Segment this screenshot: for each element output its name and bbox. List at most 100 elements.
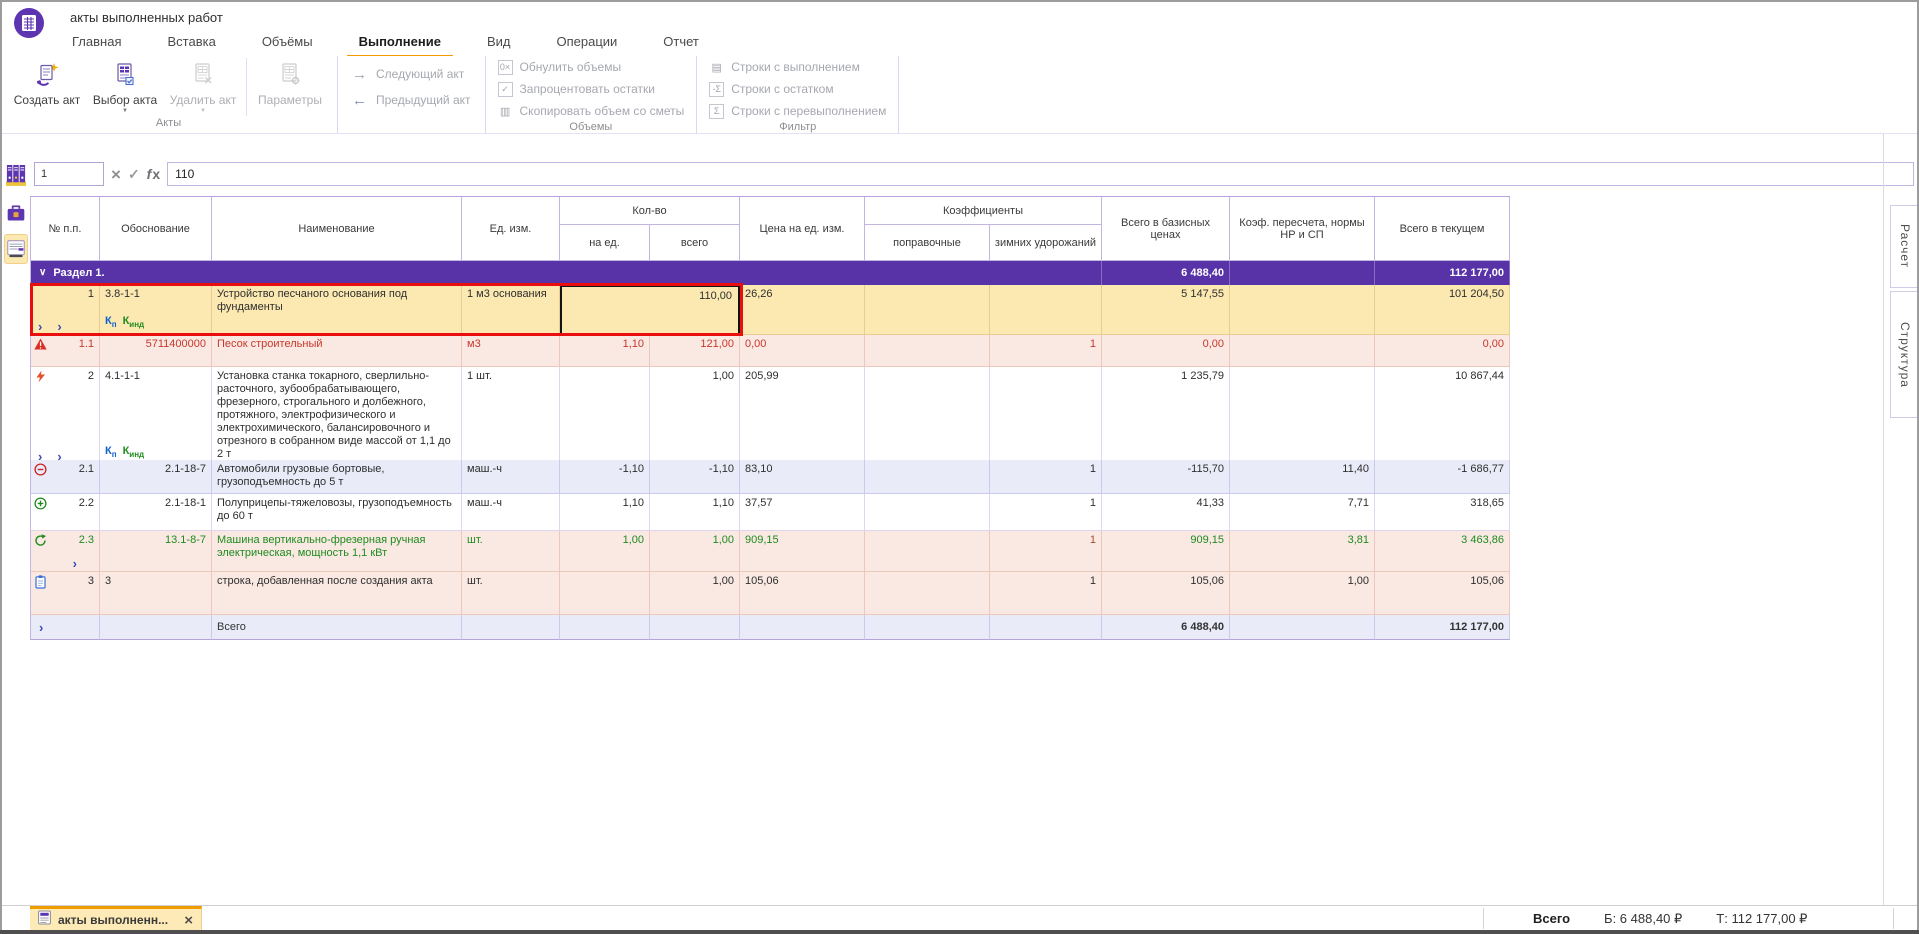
cell-coef-corr[interactable]	[865, 285, 990, 335]
cell-price[interactable]: 83,10	[740, 460, 865, 494]
cell-conversion[interactable]: 7,71	[1230, 494, 1375, 531]
cell-qty-total[interactable]: 1,00	[650, 367, 740, 465]
close-document-icon[interactable]: ×	[184, 913, 193, 928]
parameters-button[interactable]: Параметры	[251, 59, 329, 116]
cell-reference-input[interactable]	[34, 162, 104, 186]
cell-total-base[interactable]: 105,06	[1102, 572, 1230, 615]
cell-unit[interactable]: маш.-ч	[462, 494, 560, 531]
cell-conversion[interactable]: 3,81	[1230, 531, 1375, 572]
cell-name[interactable]: Устройство песчаного основания под фунда…	[212, 285, 462, 335]
cell-justification[interactable]: 13.1-8-7	[100, 531, 212, 572]
cell-price[interactable]: 26,26	[740, 285, 865, 335]
tab-obyomy[interactable]: Объёмы	[250, 29, 325, 58]
cell-coef-winter[interactable]	[990, 367, 1102, 465]
cell-justification[interactable]: 2.1-18-7	[100, 460, 212, 494]
cell-total-base[interactable]: 41,33	[1102, 494, 1230, 531]
table-row[interactable]: 1.1 5711400000 Песок строительный м3 1,1…	[31, 335, 1510, 367]
cell-total-base[interactable]: -115,70	[1102, 460, 1230, 494]
tab-struktura[interactable]: Структура	[1890, 291, 1919, 418]
cell-coef-corr[interactable]	[865, 572, 990, 615]
cell-coef-winter[interactable]: 1	[990, 460, 1102, 494]
cell-qty-unit[interactable]	[560, 572, 650, 615]
cell-total-current[interactable]: 3 463,86	[1375, 531, 1510, 572]
expand-children-icon[interactable]: ›	[73, 557, 77, 570]
cell-qty-unit[interactable]: -1,10	[560, 460, 650, 494]
estimates-library-icon[interactable]	[4, 158, 28, 192]
cell-price[interactable]: 37,57	[740, 494, 865, 531]
cell-coef-winter[interactable]	[990, 285, 1102, 335]
cell-total-current[interactable]: 0,00	[1375, 335, 1510, 367]
tab-vstavka[interactable]: Вставка	[155, 29, 227, 58]
cell-unit[interactable]: м3	[462, 335, 560, 367]
cell-price[interactable]: 0,00	[740, 335, 865, 367]
kind-badge[interactable]: Кинд	[123, 445, 145, 461]
fx-function-icon[interactable]: fx	[147, 166, 160, 182]
cell-price[interactable]: 105,06	[740, 572, 865, 615]
cell-coef-winter[interactable]: 1	[990, 494, 1102, 531]
tab-vypolnenie[interactable]: Выполнение	[346, 29, 453, 58]
cell-name[interactable]: Машина вертикально-фрезерная ручная элек…	[212, 531, 462, 572]
cell-total-current[interactable]: -1 686,77	[1375, 460, 1510, 494]
cell-total-current[interactable]: 105,06	[1375, 572, 1510, 615]
cell-coef-winter[interactable]: 1	[990, 572, 1102, 615]
confirm-icon[interactable]: ✓	[128, 166, 140, 183]
cell-name[interactable]: Песок строительный	[212, 335, 462, 367]
cell-coef-winter[interactable]: 1	[990, 335, 1102, 367]
act-document-icon[interactable]	[3, 234, 28, 264]
tab-glavnaya[interactable]: Главная	[60, 29, 133, 58]
cell-num[interactable]: 1 › ›	[31, 285, 100, 335]
cell-qty-total[interactable]: 121,00	[650, 335, 740, 367]
cell-total-current[interactable]: 101 204,50	[1375, 285, 1510, 335]
cell-qty-unit[interactable]	[560, 367, 650, 465]
table-row[interactable]: 2.3 › 13.1-8-7 Машина вертикально-фрезер…	[31, 531, 1510, 572]
cell-unit[interactable]: шт.	[462, 531, 560, 572]
cancel-icon[interactable]: ×	[111, 166, 121, 183]
copy-volume-button[interactable]: ▥ Скопировать объем со сметы	[498, 102, 684, 120]
collapse-section-icon[interactable]: ∨	[39, 268, 46, 278]
kp-badge[interactable]: Кп	[105, 445, 117, 461]
selected-qty-cell[interactable]: 110,00	[560, 285, 740, 335]
rows-with-overrun-button[interactable]: Σ Строки с перевыполнением	[709, 102, 886, 120]
totals-expand-cell[interactable]: ›	[31, 615, 100, 640]
prev-act-button[interactable]: ← Предыдущий акт	[352, 92, 471, 109]
cell-num[interactable]: 2.2	[31, 494, 100, 531]
cell-unit[interactable]: 1 м3 основания	[462, 285, 560, 335]
cell-name[interactable]: строка, добавленная после создания акта	[212, 572, 462, 615]
rows-with-execution-button[interactable]: ▤ Строки с выполнением	[709, 58, 886, 76]
select-act-dropdown-icon[interactable]: ▼	[122, 108, 128, 116]
cell-unit[interactable]: маш.-ч	[462, 460, 560, 494]
delete-act-button[interactable]: Удалить акт ▼	[164, 59, 242, 116]
table-row[interactable]: 1 › › 3.8-1-1 Кп Кинд Устройство песчаног…	[31, 285, 1510, 335]
cell-name[interactable]: Полуприцепы-тяжеловозы, грузоподъемность…	[212, 494, 462, 531]
cell-coef-corr[interactable]	[865, 531, 990, 572]
cell-coef-corr[interactable]	[865, 494, 990, 531]
expand-children-icons[interactable]: › ›	[38, 320, 62, 333]
cell-unit[interactable]: 1 шт.	[462, 367, 560, 465]
table-row[interactable]: 2.2 2.1-18-1 Полуприцепы-тяжеловозы, гру…	[31, 494, 1510, 531]
cell-conversion[interactable]	[1230, 367, 1375, 465]
cell-justification[interactable]: 2.1-18-1	[100, 494, 212, 531]
section-row[interactable]: ∨ Раздел 1. 6 488,40 112 177,00	[31, 261, 1510, 285]
cell-num[interactable]: 1.1	[31, 335, 100, 367]
next-act-button[interactable]: → Следующий акт	[352, 66, 471, 83]
cell-justification[interactable]: 4.1-1-1 Кп Кинд	[100, 367, 212, 465]
cell-qty-unit[interactable]: 1,00	[560, 531, 650, 572]
cell-conversion[interactable]	[1230, 285, 1375, 335]
create-act-button[interactable]: Создать акт	[8, 59, 86, 116]
cell-justification[interactable]: 3.8-1-1 Кп Кинд	[100, 285, 212, 335]
cell-total-current[interactable]: 318,65	[1375, 494, 1510, 531]
cell-conversion[interactable]: 1,00	[1230, 572, 1375, 615]
cell-total-base[interactable]: 909,15	[1102, 531, 1230, 572]
cell-coef-winter[interactable]: 1	[990, 531, 1102, 572]
cell-conversion[interactable]	[1230, 335, 1375, 367]
cell-num[interactable]: 2.3 ›	[31, 531, 100, 572]
cell-qty-total[interactable]: 1,10	[650, 494, 740, 531]
tab-raschet[interactable]: Расчет	[1890, 205, 1919, 288]
cell-total-base[interactable]: 5 147,55	[1102, 285, 1230, 335]
cell-qty-total[interactable]: 1,00	[650, 531, 740, 572]
reset-volumes-button[interactable]: 0× Обнулить объемы	[497, 58, 685, 76]
cell-qty-unit[interactable]: 1,10	[560, 335, 650, 367]
cell-coef-corr[interactable]	[865, 460, 990, 494]
cell-num[interactable]: 2 › ›	[31, 367, 100, 465]
rows-with-remainder-button[interactable]: -Σ Строки с остатком	[709, 80, 886, 98]
